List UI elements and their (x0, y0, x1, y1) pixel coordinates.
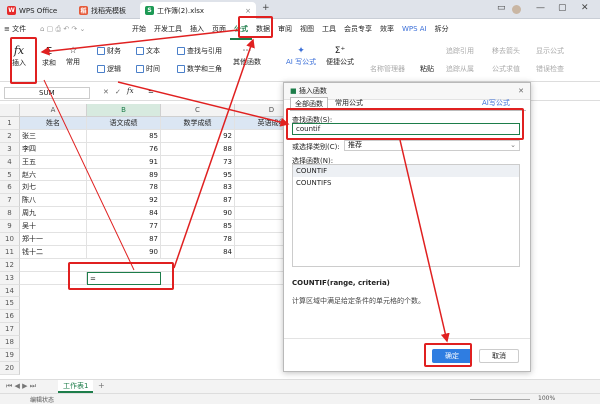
arrow-tab-to-fx (40, 29, 239, 56)
arrow-to-search (117, 81, 290, 127)
arrow-fx-to-cell (43, 79, 135, 271)
arrow-to-ok (399, 139, 450, 343)
arrow-cell-to-formula (173, 38, 255, 269)
annotation-arrows (40, 29, 450, 343)
